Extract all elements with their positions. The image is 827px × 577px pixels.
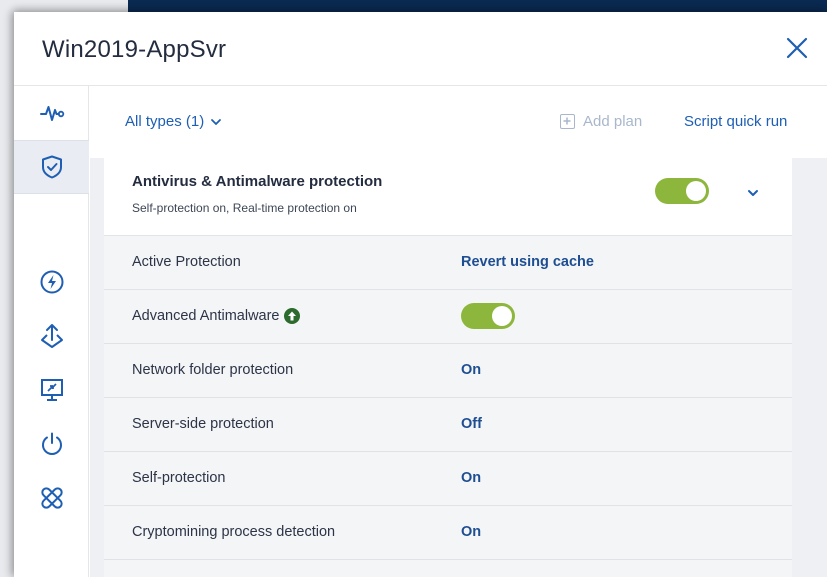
setting-label: Advanced Antimalware [132,308,280,324]
plan-enabled-toggle[interactable] [655,178,709,204]
script-quick-run-button[interactable]: Script quick run [684,113,787,130]
activity-pulse-icon [39,106,64,121]
setting-label-container: Advanced Antimalware [132,308,300,324]
setting-value-link[interactable]: Revert using cache [461,254,594,270]
setting-row-network-folder: Network folder protection On [104,344,792,398]
rail-item-remote-desktop[interactable] [14,363,89,417]
patch-management-icon [40,324,63,348]
setting-label: Server-side protection [132,416,274,432]
bandage-icon [40,487,63,509]
rail-item-patch[interactable] [14,309,89,363]
setting-label: Network folder protection [132,362,294,378]
background-left [0,0,14,577]
plan-subtitle: Self-protection on, Real-time protection… [132,201,357,215]
advanced-antimalware-toggle[interactable] [461,303,515,329]
close-button[interactable] [785,36,809,60]
shield-check-icon [41,155,62,179]
setting-value: On [461,524,482,540]
add-plan-button[interactable]: Add plan [560,113,642,130]
chevron-down-icon [211,118,222,125]
plan-card-header[interactable]: Antivirus & Antimalware protection Self-… [104,146,792,236]
panel-header: Win2019-AppSvr [14,12,827,86]
expand-plan-button[interactable] [746,186,760,200]
panel-title: Win2019-AppSvr [42,36,227,63]
lightning-icon [40,270,63,294]
setting-row-advanced-antimalware: Advanced Antimalware [104,290,792,344]
setting-label: Active Protection [132,254,241,270]
setting-label: Self-protection [132,470,226,486]
power-icon [41,432,62,455]
setting-value: On [461,362,482,378]
setting-row-cryptomining: Cryptomining process detection On [104,506,792,560]
remote-desktop-icon [40,379,63,401]
rail-item-activity[interactable] [14,86,89,140]
setting-label: Cryptomining process detection [132,524,336,540]
close-icon [786,37,808,59]
types-filter-dropdown[interactable]: All types (1) [125,113,222,130]
add-plan-label: Add plan [583,113,643,130]
setting-value: On [461,470,482,486]
rail-item-active-protection[interactable] [14,255,89,309]
setting-row-active-protection: Active Protection Revert using cache [104,236,792,290]
setting-row-server-side: Server-side protection Off [104,398,792,452]
toggle-knob [492,306,512,326]
background-header-strip [128,0,827,12]
rail-item-protection[interactable] [14,140,89,194]
rail-item-health[interactable] [14,471,89,525]
icon-rail [14,86,89,577]
types-filter-label: All types (1) [125,113,205,130]
plus-box-icon [560,114,575,129]
setting-value: Off [461,416,482,432]
toggle-knob [686,181,706,201]
rail-item-power[interactable] [14,417,89,471]
plan-card: Antivirus & Antimalware protection Self-… [104,146,792,577]
plan-title: Antivirus & Antimalware protection [132,173,383,190]
chevron-down-icon [748,190,758,196]
setting-row-self-protection: Self-protection On [104,452,792,506]
upgrade-arrow-icon[interactable] [283,308,300,324]
